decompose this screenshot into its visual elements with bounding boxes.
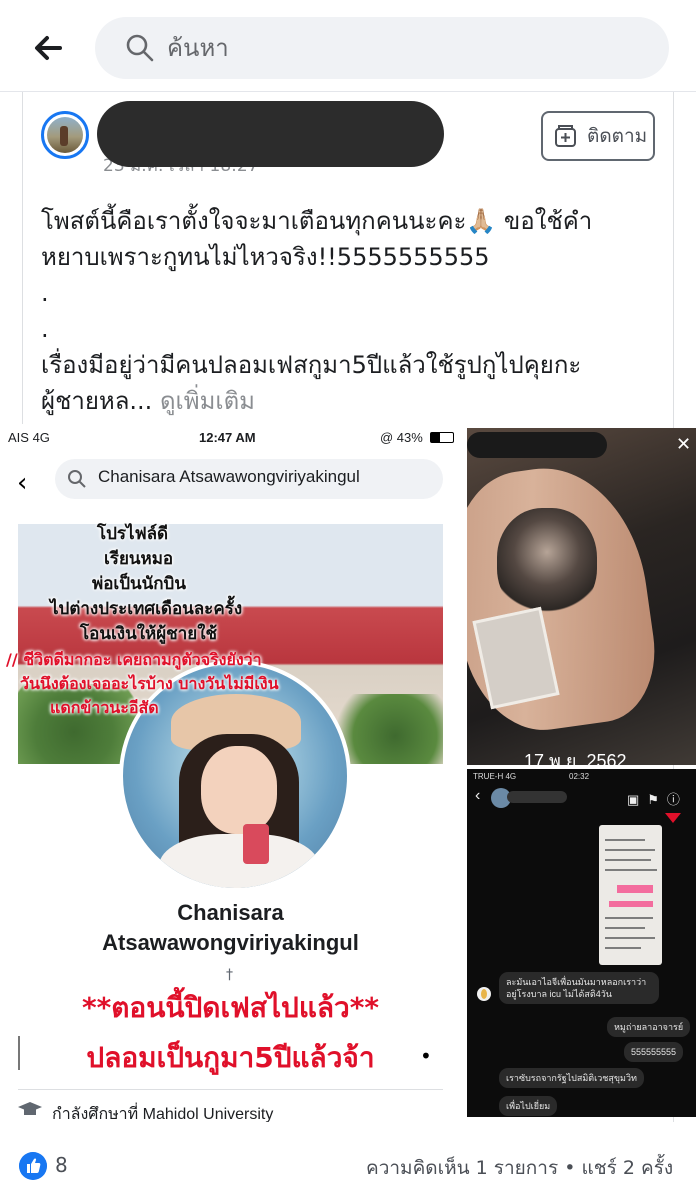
post-line: .: [41, 315, 49, 343]
battery-icon: [430, 432, 454, 443]
profile-screenshot-image[interactable]: AIS 4G 12:47 AM @ 43% ‹ Chanisara Atsawa…: [0, 424, 461, 1122]
like-count[interactable]: 8: [55, 1153, 68, 1177]
chevron-left-icon: ‹: [475, 787, 481, 804]
chat-carrier: TRUE-H 4G: [473, 772, 517, 781]
overlay-red-caption: // ชีวิตดีมากอะ เคยถามกูตัวจริงยังว่า: [6, 650, 262, 669]
red-caption-closed: **ตอนนี้ปิดเฟสไปแล้ว**: [81, 991, 380, 1024]
overlay-caption: ไปต่างประเทศเดือนละครั้ง: [50, 599, 243, 619]
embedded-search-text: Chanisara Atsawawongviriyakingul: [98, 467, 360, 486]
post-line: .: [41, 279, 49, 307]
chat-action-icons: ▣⚑ⓘ: [627, 792, 688, 807]
red-marker: [665, 813, 681, 823]
author-avatar[interactable]: [41, 111, 89, 159]
add-follow-icon: [555, 125, 576, 147]
overlay-red-caption: แดกข้าวนะอีสัด: [50, 698, 159, 717]
search-input[interactable]: [167, 29, 627, 67]
chat-message: ละมันเอาไอจีเพื่อนมันมาหลอกเราว่า อยู่โร…: [499, 972, 659, 1004]
top-bar: [0, 0, 696, 92]
cross-icon: †: [226, 967, 233, 983]
overlay-red-caption: วันนึงต้องเจออะไรบ้าง บางวันไม่มีเงิน: [20, 674, 279, 693]
overlay-caption: โอนเงินให้ผู้ชายใช้: [80, 624, 218, 644]
sender-avatar: [477, 987, 491, 1001]
clock-text: 12:47 AM: [199, 430, 256, 445]
red-caption-fake: ปลอมเป็นกูมา5ปีแล้วจ้า: [86, 1041, 375, 1074]
photo-date: 17 พ.ย. 2562: [524, 751, 627, 765]
chat-message: หมูถ่ายลาอาจารย์: [607, 1017, 691, 1037]
back-arrow-icon[interactable]: [30, 30, 66, 66]
post-line: เรื่องมีอยู่ว่ามีคนปลอมเฟสกูมา5ปีแล้วใช้…: [41, 351, 582, 379]
follow-button[interactable]: ติดตาม: [541, 111, 655, 161]
reactions-footer: 8 ความคิดเห็น 1 รายการ • แชร์ 2 ครั้ง: [0, 1122, 696, 1200]
graduation-cap-icon: [18, 1102, 42, 1115]
phone-status-bar: AIS 4G 12:47 AM @ 43%: [0, 424, 461, 452]
post-line: หยาบเพราะกูทนไม่ไหวจริง!!5555555555: [41, 243, 490, 271]
chat-message: เราซับรถจากรัฐไปสมิติเวชสุขุมวิท: [499, 1068, 644, 1088]
chat-clock: 02:32: [569, 772, 590, 781]
dot-mark: •: [420, 1044, 432, 1068]
search-icon: [68, 470, 86, 488]
tattoo-photo[interactable]: ✕ 17 พ.ย. 2562: [467, 428, 696, 765]
search-bar[interactable]: [95, 17, 669, 79]
redacted-name: [467, 432, 607, 458]
divider: [18, 1089, 443, 1090]
overlay-caption: พ่อเป็นนักบิน: [92, 574, 186, 594]
see-more-link[interactable]: ดูเพิ่มเติม: [160, 387, 255, 415]
carrier-text: AIS 4G: [8, 430, 50, 445]
profile-name-first: Chanisara: [177, 900, 284, 925]
embedded-search-bar: Chanisara Atsawawongviriyakingul: [55, 459, 443, 499]
post-line-last: ผู้ชายหล... ดูเพิ่มเติม: [41, 383, 641, 419]
chat-screenshot-image[interactable]: TRUE-H 4G 02:32 ‹ ▣⚑ⓘ ละมันเอาไอจีเพื่อน…: [467, 769, 696, 1117]
chat-message: 555555555: [624, 1042, 684, 1062]
post-line: โพสต์นี้คือเราตั้งใจจะมาเตือนทุกคนนะคะ🙏🏼…: [41, 207, 593, 235]
comments-shares-stats[interactable]: ความคิดเห็น 1 รายการ • แชร์ 2 ครั้ง: [366, 1153, 673, 1183]
redacted-author-name: [97, 101, 444, 167]
post-text: โพสต์นี้คือเราตั้งใจจะมาเตือนทุกคนนะคะ🙏🏼…: [41, 203, 641, 419]
chat-message: เพื่อไปเยี่ยม: [499, 1096, 558, 1116]
study-text: กำลังศึกษาที่ Mahidol University: [52, 1106, 274, 1122]
search-icon: [126, 34, 154, 62]
profile-name-last: Atsawawongviriyakingul: [102, 930, 359, 955]
divider-mark: [18, 1036, 20, 1070]
follow-label: ติดตาม: [587, 125, 648, 147]
close-icon: ✕: [676, 434, 692, 455]
battery-text: @ 43%: [380, 430, 423, 445]
overlay-caption: เรียนหมอ: [104, 549, 174, 569]
overlay-caption: โปรไฟล์ดี: [97, 524, 169, 544]
chevron-left-icon: ‹: [17, 468, 28, 498]
like-icon[interactable]: [19, 1152, 47, 1180]
hospital-document-photo: [599, 825, 662, 965]
post-truncated-text: ผู้ชายหล...: [41, 387, 153, 415]
chat-header: ‹ ▣⚑ⓘ: [467, 785, 696, 813]
redacted-chat-name: [507, 791, 567, 803]
